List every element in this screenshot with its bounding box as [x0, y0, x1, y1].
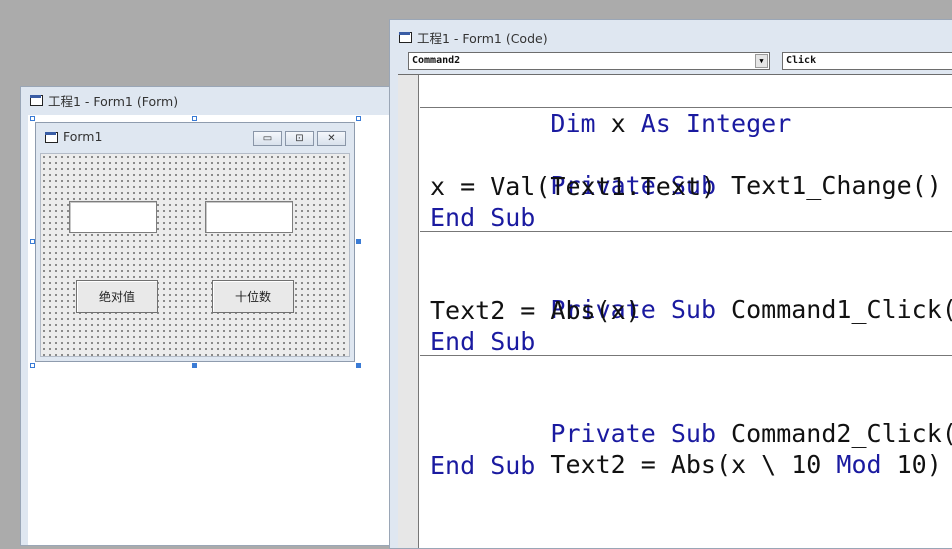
form1-client-area[interactable]: 绝对值 十位数 — [40, 153, 350, 357]
procedure-dropdown-value: Click — [786, 55, 817, 66]
code-line-end1: End Sub — [430, 203, 536, 232]
keyword-mod: Mod — [836, 450, 882, 479]
close-button[interactable]: ✕ — [317, 131, 346, 146]
code-line-body1: x = Val(Text1.Text) — [430, 172, 716, 201]
procedure-name: Command1_Click() — [716, 295, 952, 324]
code-window-icon — [398, 31, 412, 43]
form-designer-titlebar[interactable]: 工程1 - Form1 (Form) — [21, 87, 391, 113]
maximize-icon: ⊡ — [295, 133, 304, 144]
form1-window[interactable]: Form1 ▭ ⊡ ✕ 绝对值 十位数 — [35, 122, 355, 362]
procedure-separator — [420, 107, 952, 108]
close-icon: ✕ — [327, 133, 336, 144]
text1-textbox[interactable] — [69, 201, 157, 233]
code-window[interactable]: 工程1 - Form1 (Code) Command2 ▼ Click Dim … — [389, 19, 952, 549]
maximize-button[interactable]: ⊡ — [285, 131, 314, 146]
resize-handle-right[interactable] — [356, 239, 361, 244]
form-designer-title: 工程1 - Form1 (Form) — [48, 93, 179, 109]
code-token: x — [595, 109, 641, 138]
procedure-dropdown[interactable]: Click — [782, 52, 952, 70]
keyword-dim: Dim — [550, 109, 596, 138]
procedure-name: Text1_Change() — [716, 171, 942, 200]
chevron-down-icon[interactable]: ▼ — [755, 54, 768, 68]
keyword-sub: Sub — [670, 295, 716, 324]
resize-handle-bottom-left[interactable] — [30, 363, 35, 368]
code-line-end2: End Sub — [430, 327, 536, 356]
procedure-separator — [420, 231, 952, 232]
form-window-icon — [29, 94, 43, 106]
code-line-end3: End Sub — [430, 451, 536, 480]
code-token: 10) — [881, 450, 942, 479]
text2-textbox[interactable] — [205, 201, 293, 233]
code-token: Text2 = Abs(x \ 10 — [550, 450, 837, 479]
code-line-body2: Text2 = Abs(x) — [430, 296, 641, 325]
resize-handle-top[interactable] — [192, 116, 197, 121]
keyword-as: As — [640, 109, 671, 138]
object-dropdown[interactable]: Command2 ▼ — [408, 52, 770, 70]
command2-button[interactable]: 十位数 — [212, 280, 294, 313]
object-dropdown-value: Command2 — [412, 55, 461, 66]
procedure-separator — [420, 355, 952, 356]
form1-title: Form1 — [63, 129, 103, 144]
resize-handle-bottom[interactable] — [192, 363, 197, 368]
resize-handle-top-left[interactable] — [30, 116, 35, 121]
code-window-title: 工程1 - Form1 (Code) — [417, 30, 548, 46]
minimize-icon: ▭ — [262, 133, 273, 144]
minimize-button[interactable]: ▭ — [253, 131, 282, 146]
code-margin-bar — [398, 75, 419, 548]
code-window-titlebar[interactable]: 工程1 - Form1 (Code) — [390, 24, 952, 50]
resize-handle-bottom-right[interactable] — [356, 363, 361, 368]
keyword-integer: Integer — [685, 109, 792, 138]
command1-button[interactable]: 绝对值 — [76, 280, 158, 313]
form1-icon — [44, 131, 58, 143]
code-editor[interactable]: Dim x As Integer Private Sub Text1_Chang… — [398, 74, 952, 548]
resize-handle-top-right[interactable] — [356, 116, 361, 121]
code-text[interactable]: Dim x As Integer Private Sub Text1_Chang… — [420, 75, 952, 548]
